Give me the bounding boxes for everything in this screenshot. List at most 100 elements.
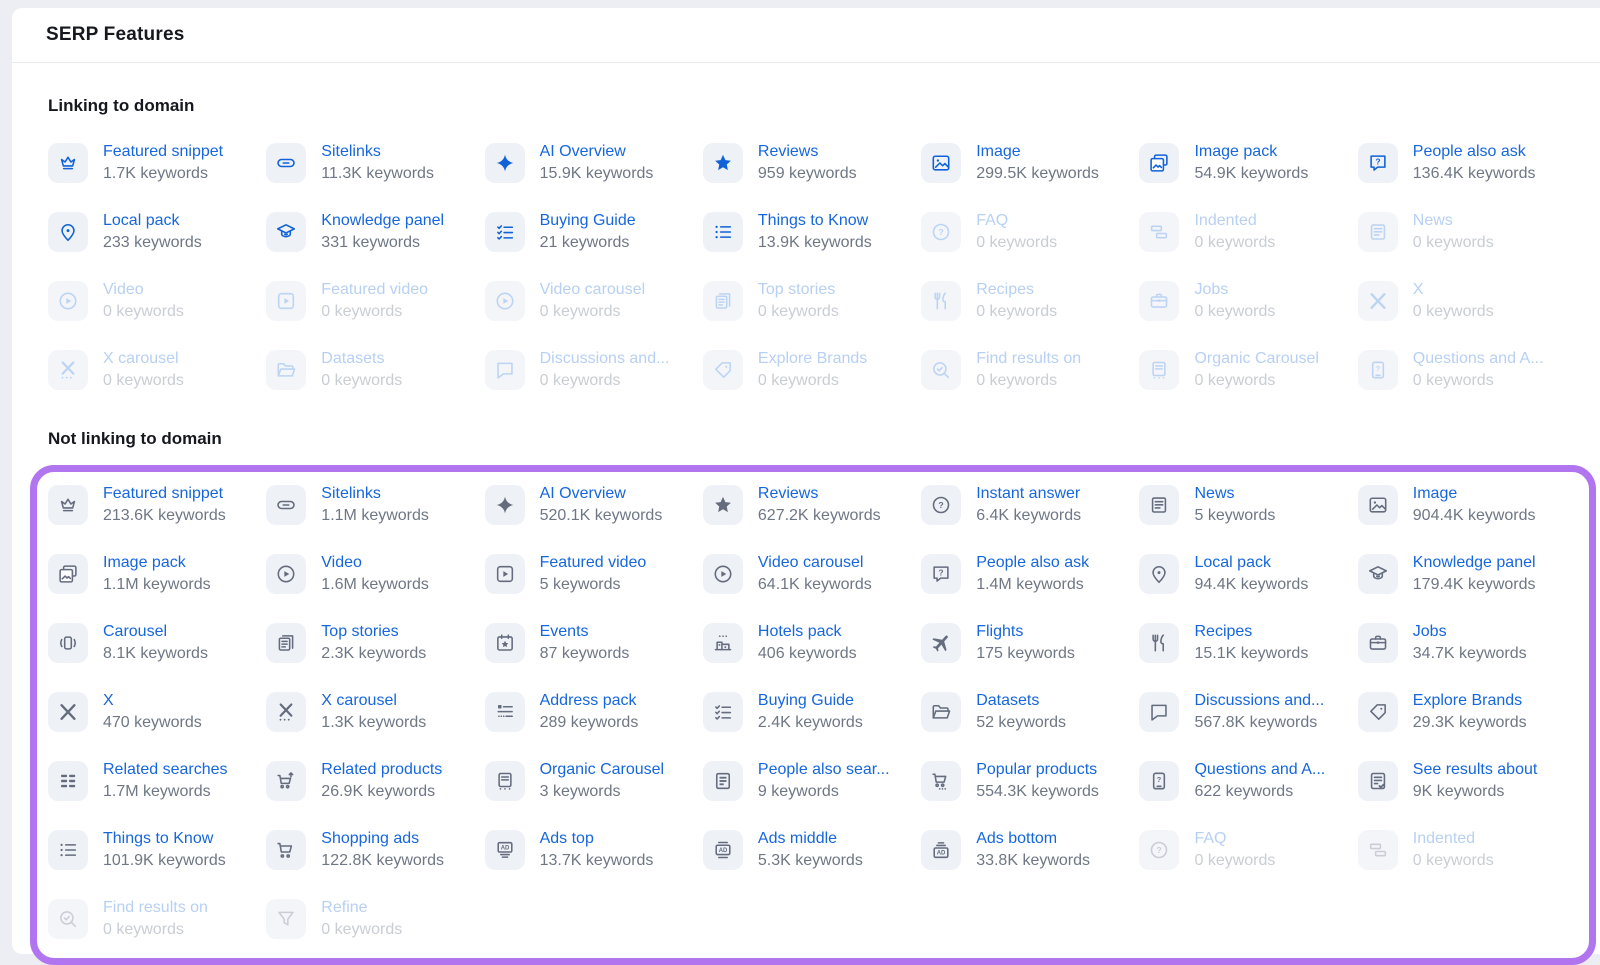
feature-label[interactable]: Featured snippet	[103, 141, 223, 163]
feature-item-ai-overview[interactable]: AI Overview 520.1K keywords	[485, 485, 703, 526]
feature-item-ai-overview[interactable]: AI Overview 15.9K keywords	[485, 143, 703, 184]
feature-item-sitelinks[interactable]: Sitelinks 1.1M keywords	[266, 485, 484, 526]
feature-item-popular-products[interactable]: Popular products 554.3K keywords	[921, 761, 1139, 802]
feature-label[interactable]: Hotels pack	[758, 621, 857, 643]
feature-label[interactable]: Datasets	[976, 690, 1066, 712]
feature-item-sitelinks[interactable]: Sitelinks 11.3K keywords	[266, 143, 484, 184]
feature-item-news[interactable]: News 5 keywords	[1139, 485, 1357, 526]
feature-item-people-also-ask[interactable]: People also ask 136.4K keywords	[1358, 143, 1576, 184]
feature-label[interactable]: Buying Guide	[540, 210, 636, 232]
feature-label[interactable]: Ads bottom	[976, 828, 1090, 850]
feature-item-people-also-ask[interactable]: People also ask 1.4M keywords	[921, 554, 1139, 595]
feature-label[interactable]: Local pack	[103, 210, 202, 232]
feature-label[interactable]: Questions and A...	[1194, 759, 1325, 781]
feature-label[interactable]: Image pack	[1194, 141, 1308, 163]
feature-item-discussions-and[interactable]: Discussions and... 567.8K keywords	[1139, 692, 1357, 733]
feature-item-things-to-know[interactable]: Things to Know 101.9K keywords	[48, 830, 266, 871]
feature-label[interactable]: X	[103, 690, 202, 712]
feature-item-people-also-sear[interactable]: People also sear... 9 keywords	[703, 761, 921, 802]
feature-label[interactable]: Jobs	[1413, 621, 1527, 643]
feature-item-hotels-pack[interactable]: Hotels pack 406 keywords	[703, 623, 921, 664]
feature-label[interactable]: Image pack	[103, 552, 211, 574]
feature-label[interactable]: Knowledge panel	[1413, 552, 1536, 574]
feature-label[interactable]: Related searches	[103, 759, 228, 781]
feature-label[interactable]: AI Overview	[540, 141, 654, 163]
feature-item-organic-carousel[interactable]: Organic Carousel 3 keywords	[485, 761, 703, 802]
feature-label[interactable]: Discussions and...	[1194, 690, 1324, 712]
feature-item-featured-snippet[interactable]: Featured snippet 1.7K keywords	[48, 143, 266, 184]
feature-item-image-pack[interactable]: Image pack 1.1M keywords	[48, 554, 266, 595]
feature-item-address-pack[interactable]: Address pack 289 keywords	[485, 692, 703, 733]
feature-item-knowledge-panel[interactable]: Knowledge panel 331 keywords	[266, 212, 484, 253]
feature-item-x-carousel[interactable]: X carousel 1.3K keywords	[266, 692, 484, 733]
feature-label[interactable]: Carousel	[103, 621, 208, 643]
feature-label[interactable]: People also sear...	[758, 759, 890, 781]
feature-item-reviews[interactable]: Reviews 959 keywords	[703, 143, 921, 184]
feature-label[interactable]: Address pack	[540, 690, 639, 712]
feature-item-instant-answer[interactable]: Instant answer 6.4K keywords	[921, 485, 1139, 526]
feature-label[interactable]: Shopping ads	[321, 828, 444, 850]
feature-label[interactable]: Flights	[976, 621, 1075, 643]
feature-item-reviews[interactable]: Reviews 627.2K keywords	[703, 485, 921, 526]
feature-item-ads-top[interactable]: Ads top 13.7K keywords	[485, 830, 703, 871]
feature-label[interactable]: Ads middle	[758, 828, 863, 850]
feature-item-image[interactable]: Image 299.5K keywords	[921, 143, 1139, 184]
feature-item-image-pack[interactable]: Image pack 54.9K keywords	[1139, 143, 1357, 184]
feature-item-local-pack[interactable]: Local pack 233 keywords	[48, 212, 266, 253]
feature-item-events[interactable]: Events 87 keywords	[485, 623, 703, 664]
feature-label[interactable]: Reviews	[758, 141, 857, 163]
feature-item-things-to-know[interactable]: Things to Know 13.9K keywords	[703, 212, 921, 253]
feature-label[interactable]: Related products	[321, 759, 442, 781]
feature-label[interactable]: Organic Carousel	[540, 759, 665, 781]
feature-label[interactable]: News	[1194, 483, 1275, 505]
feature-item-jobs[interactable]: Jobs 34.7K keywords	[1358, 623, 1576, 664]
feature-item-related-products[interactable]: Related products 26.9K keywords	[266, 761, 484, 802]
feature-item-buying-guide[interactable]: Buying Guide 2.4K keywords	[703, 692, 921, 733]
feature-item-questions-and-a[interactable]: Questions and A... 622 keywords	[1139, 761, 1357, 802]
feature-label[interactable]: Things to Know	[758, 210, 872, 232]
feature-item-video-carousel[interactable]: Video carousel 64.1K keywords	[703, 554, 921, 595]
feature-label[interactable]: Things to Know	[103, 828, 226, 850]
feature-label[interactable]: Explore Brands	[1413, 690, 1527, 712]
feature-label[interactable]: Featured video	[540, 552, 647, 574]
feature-item-explore-brands[interactable]: Explore Brands 29.3K keywords	[1358, 692, 1576, 733]
feature-label[interactable]: Knowledge panel	[321, 210, 444, 232]
feature-label[interactable]: Instant answer	[976, 483, 1081, 505]
feature-label[interactable]: Featured snippet	[103, 483, 226, 505]
feature-item-related-searches[interactable]: Related searches 1.7M keywords	[48, 761, 266, 802]
feature-item-video[interactable]: Video 1.6M keywords	[266, 554, 484, 595]
feature-label[interactable]: Ads top	[540, 828, 654, 850]
feature-label[interactable]: Sitelinks	[321, 483, 429, 505]
feature-item-flights[interactable]: Flights 175 keywords	[921, 623, 1139, 664]
feature-label[interactable]: Video carousel	[758, 552, 872, 574]
feature-item-knowledge-panel[interactable]: Knowledge panel 179.4K keywords	[1358, 554, 1576, 595]
feature-item-ads-bottom[interactable]: Ads bottom 33.8K keywords	[921, 830, 1139, 871]
feature-label[interactable]: People also ask	[976, 552, 1089, 574]
feature-label[interactable]: Video	[321, 552, 429, 574]
feature-item-local-pack[interactable]: Local pack 94.4K keywords	[1139, 554, 1357, 595]
feature-label[interactable]: Recipes	[1194, 621, 1308, 643]
feature-label[interactable]: Buying Guide	[758, 690, 863, 712]
feature-label[interactable]: Image	[1413, 483, 1536, 505]
feature-item-shopping-ads[interactable]: Shopping ads 122.8K keywords	[266, 830, 484, 871]
feature-item-image[interactable]: Image 904.4K keywords	[1358, 485, 1576, 526]
feature-label[interactable]: Reviews	[758, 483, 881, 505]
feature-item-carousel[interactable]: Carousel 8.1K keywords	[48, 623, 266, 664]
feature-item-see-results-about[interactable]: See results about 9K keywords	[1358, 761, 1576, 802]
feature-label[interactable]: Top stories	[321, 621, 426, 643]
feature-item-ads-middle[interactable]: Ads middle 5.3K keywords	[703, 830, 921, 871]
feature-label[interactable]: Events	[540, 621, 630, 643]
feature-label[interactable]: AI Overview	[540, 483, 663, 505]
feature-item-top-stories[interactable]: Top stories 2.3K keywords	[266, 623, 484, 664]
feature-label[interactable]: Local pack	[1194, 552, 1308, 574]
feature-item-datasets[interactable]: Datasets 52 keywords	[921, 692, 1139, 733]
feature-label[interactable]: Image	[976, 141, 1099, 163]
feature-label[interactable]: See results about	[1413, 759, 1538, 781]
feature-label[interactable]: Popular products	[976, 759, 1099, 781]
feature-item-x[interactable]: X 470 keywords	[48, 692, 266, 733]
feature-label[interactable]: Sitelinks	[321, 141, 434, 163]
feature-item-recipes[interactable]: Recipes 15.1K keywords	[1139, 623, 1357, 664]
feature-item-featured-video[interactable]: Featured video 5 keywords	[485, 554, 703, 595]
feature-item-featured-snippet[interactable]: Featured snippet 213.6K keywords	[48, 485, 266, 526]
feature-label[interactable]: X carousel	[321, 690, 426, 712]
